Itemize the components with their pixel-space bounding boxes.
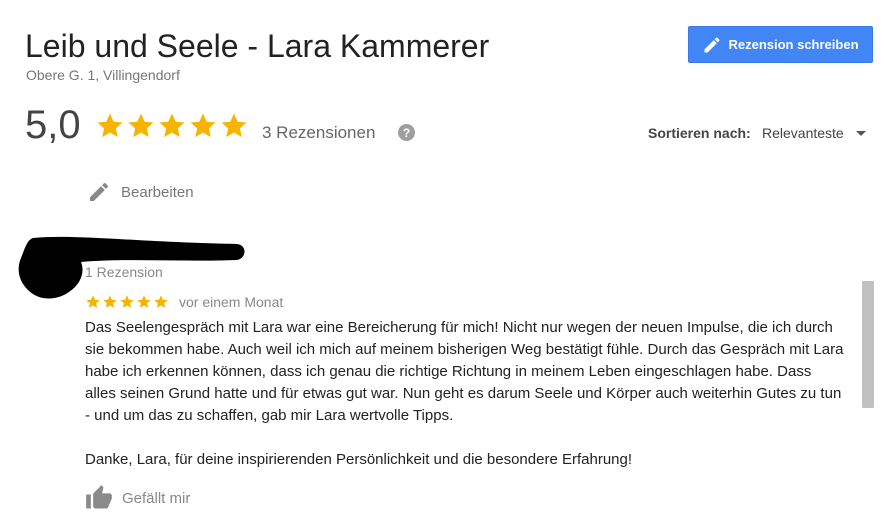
star-icon <box>97 113 123 138</box>
thumbs-up-icon <box>86 485 112 509</box>
star-icon <box>159 113 185 138</box>
place-title: Leib und Seele - Lara Kammerer <box>25 28 490 64</box>
star-icon <box>120 295 134 308</box>
star-icon <box>103 295 117 308</box>
review-paragraph: Das Seelengespräch mit Lara war eine Ber… <box>85 319 844 424</box>
caret-down-icon[interactable] <box>856 131 866 136</box>
star-icon <box>221 113 247 138</box>
place-address: Obere G. 1, Villingendorf <box>26 67 180 83</box>
review-stars <box>85 294 169 310</box>
star-icon <box>154 295 168 308</box>
star-icon <box>86 295 100 308</box>
write-review-button[interactable]: Rezension schreiben <box>688 26 873 63</box>
pencil-icon <box>704 36 720 52</box>
star-icon <box>128 113 154 138</box>
scrollbar-thumb[interactable] <box>862 281 874 408</box>
help-icon[interactable]: ? <box>398 124 415 141</box>
sort-label: Sortieren nach: <box>648 125 751 141</box>
star-icon <box>190 113 216 138</box>
review-date: vor einem Monat <box>179 294 284 310</box>
review-paragraph: Danke, Lara, für deine inspirierenden Pe… <box>85 451 633 468</box>
rating-stars <box>95 111 249 141</box>
pencil-icon <box>90 182 109 201</box>
edit-review-button[interactable]: Bearbeiten <box>87 180 194 204</box>
review-count-link[interactable]: 3 Rezensionen <box>262 123 375 143</box>
edit-label: Bearbeiten <box>121 183 194 201</box>
reviewer-review-count: 1 Rezension <box>85 264 163 280</box>
like-button[interactable]: Gefällt mir <box>85 484 190 512</box>
sort-dropdown[interactable]: Relevanteste <box>762 125 844 141</box>
star-icon <box>137 295 151 308</box>
review-text: Das Seelengespräch mit Lara war eine Ber… <box>85 317 845 471</box>
like-label: Gefällt mir <box>122 489 191 507</box>
average-rating: 5,0 <box>25 103 81 147</box>
write-review-label: Rezension schreiben <box>728 37 859 52</box>
